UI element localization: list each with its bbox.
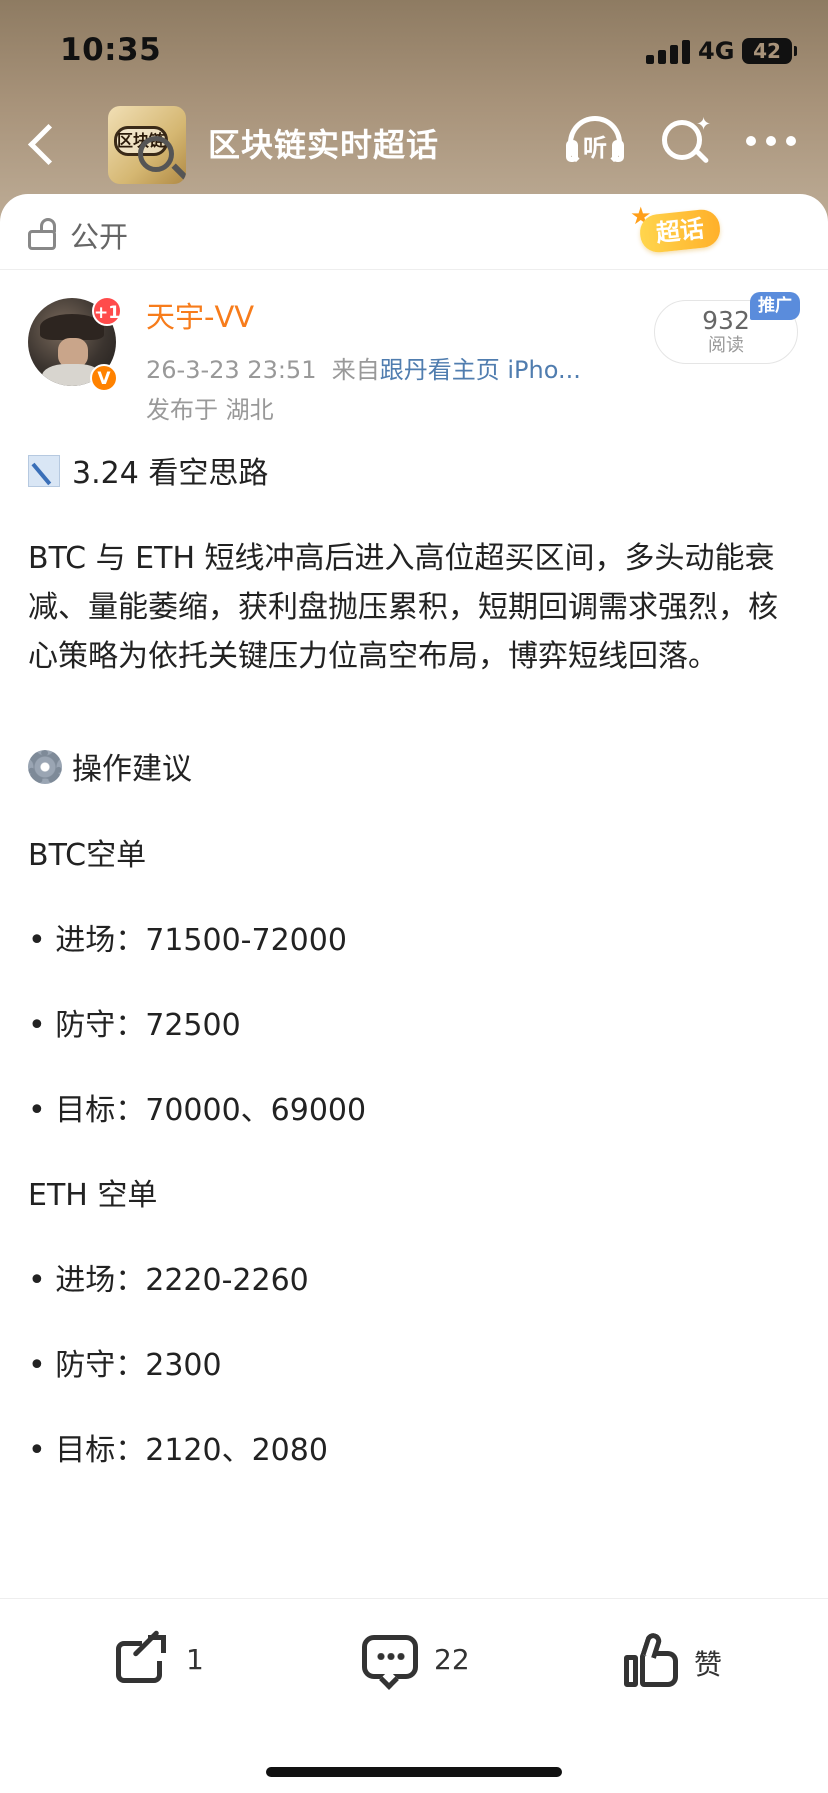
comment-count: 22 bbox=[434, 1643, 470, 1676]
new-badge: +1 bbox=[92, 296, 122, 326]
nav-bar: 区块链 区块链实时超话 听 ✦ bbox=[0, 100, 828, 190]
share-count: 1 bbox=[186, 1643, 204, 1676]
btc-title: BTC空单 bbox=[28, 838, 147, 873]
visibility-row: 公开 ★ 超话 bbox=[0, 194, 828, 270]
home-indicator[interactable] bbox=[266, 1767, 562, 1777]
battery-icon: 42 bbox=[742, 38, 797, 64]
status-bar: 10:35 4G 42 bbox=[0, 0, 828, 100]
post-source-link[interactable]: 跟丹看主页 iPho... bbox=[380, 356, 581, 384]
supertopic-badge-label: 超话 bbox=[638, 207, 722, 255]
eth-stop: • 防守：2300 bbox=[28, 1348, 222, 1383]
status-time: 10:35 bbox=[60, 32, 162, 68]
section-title: 操作建议 bbox=[28, 744, 192, 788]
magnifier-icon bbox=[138, 136, 174, 172]
post-heading: 3.24 看空思路 bbox=[28, 448, 268, 492]
post-meta: 26-3-23 23:51 来自跟丹看主页 iPho... bbox=[146, 350, 616, 385]
share-icon bbox=[116, 1629, 170, 1685]
chart-down-icon bbox=[28, 455, 60, 487]
search-icon-handle bbox=[694, 149, 710, 164]
network-type: 4G bbox=[698, 37, 735, 65]
post-timestamp: 26-3-23 23:51 bbox=[146, 356, 317, 384]
like-label: 赞 bbox=[694, 1648, 723, 1681]
eth-entry: • 进场：2220-2260 bbox=[28, 1263, 309, 1298]
comment-icon bbox=[362, 1633, 418, 1690]
btc-entry: • 进场：71500-72000 bbox=[28, 923, 347, 958]
eth-title: ETH 空单 bbox=[28, 1178, 158, 1213]
bottom-toolbar: 1 22 赞 bbox=[0, 1598, 828, 1793]
author-row: +1 V 天宇-VV 26-3-23 23:51 来自跟丹看主页 iPho...… bbox=[0, 270, 828, 424]
btc-stop: • 防守：72500 bbox=[28, 1008, 241, 1043]
topic-logo[interactable]: 区块链 bbox=[108, 106, 186, 184]
listen-button[interactable]: 听 bbox=[564, 112, 626, 174]
like-button[interactable]: 赞 bbox=[624, 1631, 734, 1689]
post-heading-text: 3.24 看空思路 bbox=[72, 456, 269, 491]
supertopic-badge[interactable]: ★ 超话 bbox=[630, 202, 726, 255]
read-count-label: 阅读 bbox=[708, 335, 744, 356]
visibility-label: 公开 bbox=[70, 220, 129, 254]
more-button[interactable] bbox=[746, 130, 800, 152]
post-location: 发布于 湖北 bbox=[146, 396, 274, 424]
section-title-text: 操作建议 bbox=[72, 752, 192, 787]
topic-title[interactable]: 区块链实时超话 bbox=[208, 120, 439, 166]
comment-button[interactable]: 22 bbox=[362, 1633, 482, 1690]
share-button[interactable]: 1 bbox=[116, 1629, 206, 1689]
unlock-icon bbox=[28, 218, 56, 250]
eth-target: • 目标：2120、2080 bbox=[28, 1433, 328, 1468]
back-button[interactable] bbox=[20, 118, 70, 172]
listen-label: 听 bbox=[583, 134, 607, 162]
sparkle-icon: ✦ bbox=[696, 114, 712, 135]
post-summary: BTC 与 ETH 短线冲高后进入高位超买区间，多头动能衰减、量能萎缩，获利盘抛… bbox=[28, 541, 778, 674]
search-button[interactable]: ✦ bbox=[660, 114, 712, 170]
source-prefix: 来自 bbox=[331, 356, 380, 384]
post-card: 公开 ★ 超话 +1 V 天宇-VV 26-3-23 23:51 来自跟丹看主页… bbox=[0, 194, 828, 1598]
thumbs-up-icon bbox=[624, 1631, 678, 1689]
signal-icon bbox=[646, 40, 690, 64]
author-name[interactable]: 天宇-VV bbox=[146, 294, 254, 336]
btc-target: • 目标：70000、69000 bbox=[28, 1093, 367, 1128]
promo-tag[interactable]: 推广 bbox=[750, 292, 800, 320]
verified-icon: V bbox=[90, 364, 118, 392]
gear-icon bbox=[28, 750, 62, 784]
